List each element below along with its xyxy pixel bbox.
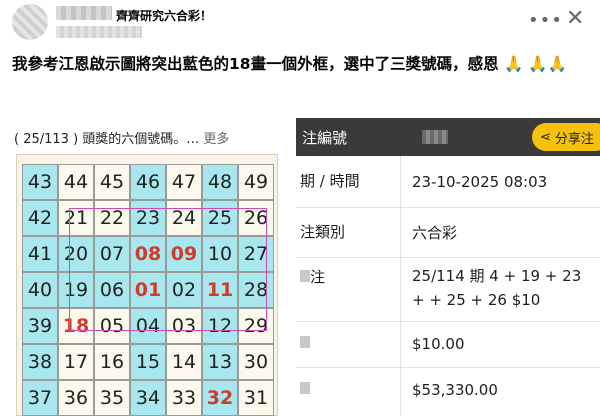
bet-number-blurred: [422, 130, 448, 144]
grid-cell: 25: [202, 200, 238, 236]
row-date-time: 期 / 時間 23-10-2025 08:03: [296, 156, 600, 208]
grid-cell: 27: [238, 236, 274, 272]
grid-cell: 17: [58, 344, 94, 380]
blurred-label: [300, 270, 310, 282]
grid-cell: 32: [202, 380, 238, 416]
grid-cell: 12: [202, 308, 238, 344]
blurred-label: [300, 336, 310, 348]
post-header: 齊齊研究六合彩！ ••• ✕: [0, 0, 600, 44]
share-label: 分享注: [554, 131, 594, 147]
grid-cell: 30: [238, 344, 274, 380]
row-label: 注: [300, 266, 325, 287]
avatar[interactable]: [12, 4, 48, 40]
grid-cell: 47: [166, 164, 202, 200]
bet-header-bar: 注編號 ⋖ 分享注: [296, 118, 600, 156]
grid-cell: 33: [166, 380, 202, 416]
author-name-blurred[interactable]: [56, 6, 112, 20]
grid-cell: 31: [238, 380, 274, 416]
row-stake: $10.00: [296, 322, 600, 368]
row-bet-type: 注類別 六合彩: [296, 208, 600, 258]
row-value: 25/114 期 4 + 19 + 23 + + 25 + 26 $10: [412, 267, 582, 309]
grid-cell: 05: [94, 308, 130, 344]
grid-cell: 28: [238, 272, 274, 308]
grid-cell: 16: [94, 344, 130, 380]
grid-cell: 46: [130, 164, 166, 200]
grid-cell: 09: [166, 236, 202, 272]
grid-screenshot[interactable]: ( 25/113 ) 頭獎的六個號碼。… 更多 43 44 45 46 47 48 49 42…: [0, 118, 300, 416]
share-icon: ⋖: [540, 129, 551, 145]
grid-cell: 42: [22, 200, 58, 236]
grid-cell: 18: [58, 308, 94, 344]
row-label: [300, 334, 310, 352]
grid-cell: 39: [22, 308, 58, 344]
grid-cell: 41: [22, 236, 58, 272]
grid-cell: 08: [130, 236, 166, 272]
see-more-link[interactable]: 更多: [203, 132, 229, 147]
blurred-label: [300, 382, 310, 394]
grid-cell: 23: [130, 200, 166, 236]
grid-cell: 24: [166, 200, 202, 236]
bet-number-title: 注編號: [302, 129, 348, 147]
row-bet-numbers: 注 25/114 期 4 + 19 + 23 + + 25 + 26 $10: [296, 258, 600, 322]
grid-cell: 15: [130, 344, 166, 380]
grid-cell: 06: [94, 272, 130, 308]
grid-cell: 40: [22, 272, 58, 308]
grid-caption: ( 25/113 ) 頭獎的六個號碼。… 更多: [14, 128, 229, 147]
close-icon[interactable]: ✕: [566, 6, 584, 31]
grid-cell: 35: [94, 380, 130, 416]
grid-cell: 04: [130, 308, 166, 344]
grid-cell: 07: [94, 236, 130, 272]
grid-cell: 29: [238, 308, 274, 344]
grid-cell: 14: [166, 344, 202, 380]
row-value: $53,330.00: [412, 381, 498, 399]
grid-cell: 11: [202, 272, 238, 308]
row-label: 期 / 時間: [300, 172, 360, 190]
row-value: 六合彩: [412, 224, 458, 242]
grid-cell: 03: [166, 308, 202, 344]
share-button[interactable]: ⋖ 分享注: [532, 123, 600, 151]
grid-cell: 21: [58, 200, 94, 236]
grid-cell: 34: [130, 380, 166, 416]
grid-cell: 48: [202, 164, 238, 200]
grid-cell: 44: [58, 164, 94, 200]
grid-cell: 36: [58, 380, 94, 416]
number-grid: 43 44 45 46 47 48 49 42 21 22 23 24 25 26 41 20 07 08 09 10…: [22, 164, 274, 416]
pray-emoji: 🙏 🙏🙏: [503, 55, 567, 73]
row-value: 23-10-2025 08:03: [412, 173, 548, 191]
grid-cell: 37: [22, 380, 58, 416]
grid-cell: 10: [202, 236, 238, 272]
post-text: 我參考江恩啟示圖將突出藍色的18畫一個外框，選中了三獎號碼，感恩 🙏 🙏🙏: [12, 52, 597, 76]
grid-cell: 13: [202, 344, 238, 380]
grid-cell: 43: [22, 164, 58, 200]
grid-cell: 49: [238, 164, 274, 200]
grid-cell: 02: [166, 272, 202, 308]
row-value: $10.00: [412, 335, 465, 353]
bet-detail-screenshot[interactable]: 注編號 ⋖ 分享注 期 / 時間 23-10-2025 08:03 注類別 六合…: [296, 118, 600, 416]
row-label: [300, 380, 310, 398]
post-meta-blurred: [56, 26, 142, 38]
post-body: 我參考江恩啟示圖將突出藍色的18畫一個外框，選中了三獎號碼，感恩: [12, 55, 499, 73]
grid-cell: 01: [130, 272, 166, 308]
grid-cell: 20: [58, 236, 94, 272]
grid-cell: 19: [58, 272, 94, 308]
group-name[interactable]: 齊齊研究六合彩！: [116, 7, 212, 24]
more-options-icon[interactable]: •••: [528, 10, 563, 31]
grid-cell: 26: [238, 200, 274, 236]
grid-cell: 38: [22, 344, 58, 380]
row-payout: $53,330.00: [296, 368, 600, 416]
grid-cell: 22: [94, 200, 130, 236]
row-label: 注類別: [300, 223, 346, 241]
caption-text: ( 25/113 ) 頭獎的六個號碼。…: [14, 132, 200, 147]
grid-cell: 45: [94, 164, 130, 200]
